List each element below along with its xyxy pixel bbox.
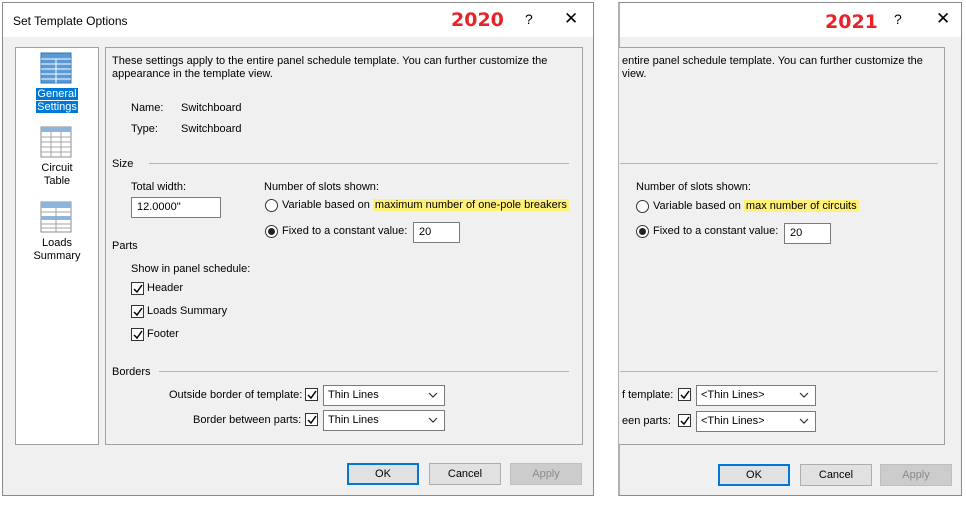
- dialog-title: Set Template Options: [13, 14, 128, 28]
- intro-text-line2-2021: view.: [622, 68, 647, 80]
- between-parts-select[interactable]: Thin Lines: [323, 410, 445, 431]
- version-label: 2020: [451, 9, 504, 31]
- sidebar-label-settings: Settings: [36, 101, 78, 113]
- sidebar-label-circuit: Circuit: [41, 162, 73, 174]
- fixed-value-input[interactable]: 20: [413, 222, 460, 243]
- variable-highlight: maximum number of one-pole breakers: [372, 199, 569, 211]
- between-parts-label: Border between parts:: [193, 414, 302, 426]
- slots-label: Number of slots shown:: [264, 181, 379, 193]
- fixed-value-input-2021[interactable]: 20: [784, 223, 831, 244]
- fixed-radio-2021[interactable]: [636, 225, 649, 238]
- sidebar-item-loads-summary[interactable]: Loads Summary: [16, 201, 98, 263]
- outside-border-select[interactable]: Thin Lines: [323, 385, 445, 406]
- borders-group-header: Borders: [112, 366, 151, 378]
- parts-group-header: Parts: [112, 240, 138, 252]
- chevron-down-icon: [428, 392, 438, 398]
- header-checkbox-label: Header: [147, 282, 184, 294]
- intro-text-line1-2021: entire panel schedule template. You can …: [622, 55, 923, 67]
- sidebar: General Settings Circuit Table Loads Sum…: [15, 47, 99, 445]
- sidebar-label-general: General: [36, 88, 78, 100]
- name-value: Switchboard: [181, 102, 242, 114]
- variable-option-label-2021: Variable based on max number of circuits: [653, 200, 859, 212]
- outside-border-label: Outside border of template:: [169, 389, 303, 401]
- total-width-label: Total width:: [131, 181, 187, 193]
- cancel-button[interactable]: Cancel: [429, 463, 501, 485]
- ok-button-2021[interactable]: OK: [718, 464, 790, 486]
- ok-button[interactable]: OK: [347, 463, 419, 485]
- chevron-down-icon: [799, 392, 809, 398]
- dialog-2020: Set Template Options 2020 ? ✕ General Se…: [2, 2, 594, 496]
- fixed-option-label-2021: Fixed to a constant value:: [653, 225, 779, 237]
- size-divider: [149, 163, 569, 164]
- between-parts-checkbox[interactable]: [305, 413, 318, 426]
- version-label-2021: 2021: [825, 11, 878, 33]
- intro-text-line2: appearance in the template view.: [112, 68, 273, 80]
- variable-prefix: Variable based on: [282, 199, 373, 211]
- close-button[interactable]: ✕: [564, 9, 578, 29]
- sidebar-item-circuit-table[interactable]: Circuit Table: [16, 126, 98, 188]
- footer-checkbox-label: Footer: [147, 328, 179, 340]
- circuit-table-icon: [40, 126, 72, 158]
- help-button[interactable]: ?: [525, 11, 533, 27]
- variable-option-label: Variable based on maximum number of one-…: [282, 199, 569, 211]
- chevron-down-icon: [799, 418, 809, 424]
- sidebar-label-loads: Loads: [42, 237, 72, 249]
- outside-border-value-2021: <Thin Lines>: [701, 389, 765, 401]
- cancel-button-2021[interactable]: Cancel: [800, 464, 872, 486]
- total-width-input[interactable]: 12.0000": [131, 197, 221, 218]
- type-value: Switchboard: [181, 123, 242, 135]
- name-label: Name:: [131, 102, 164, 114]
- close-button-2021[interactable]: ✕: [936, 9, 950, 29]
- between-parts-value: Thin Lines: [328, 414, 379, 426]
- variable-radio-2021[interactable]: [636, 200, 649, 213]
- outside-border-label-2021: f template:: [622, 389, 674, 401]
- size-divider-2021: [620, 163, 938, 164]
- slots-label-2021: Number of slots shown:: [636, 181, 751, 193]
- variable-radio[interactable]: [265, 199, 278, 212]
- size-group-header: Size: [112, 158, 134, 170]
- outside-border-value: Thin Lines: [328, 389, 379, 401]
- sidebar-item-general-settings[interactable]: General Settings: [16, 52, 98, 116]
- show-in-schedule-label: Show in panel schedule:: [131, 263, 251, 275]
- borders-divider: [159, 371, 569, 372]
- loads-summary-checkbox-label: Loads Summary: [147, 305, 228, 317]
- title-bar: Set Template Options 2020 ? ✕: [3, 3, 593, 37]
- loads-summary-checkbox[interactable]: [131, 305, 144, 318]
- sidebar-label-table: Table: [43, 175, 71, 187]
- between-parts-label-2021: een parts:: [622, 415, 671, 427]
- apply-button: Apply: [510, 463, 582, 485]
- fixed-radio[interactable]: [265, 225, 278, 238]
- loads-summary-icon: [40, 201, 72, 233]
- fixed-option-label: Fixed to a constant value:: [282, 225, 408, 237]
- borders-divider-2021: [620, 371, 938, 372]
- outside-border-checkbox[interactable]: [305, 388, 318, 401]
- sidebar-label-summary: Summary: [33, 250, 81, 262]
- outside-border-checkbox-2021[interactable]: [678, 388, 691, 401]
- help-button-2021[interactable]: ?: [894, 11, 902, 27]
- type-label: Type:: [131, 123, 158, 135]
- apply-button-2021: Apply: [880, 464, 952, 486]
- footer-checkbox[interactable]: [131, 328, 144, 341]
- between-parts-checkbox-2021[interactable]: [678, 414, 691, 427]
- intro-text-line1: These settings apply to the entire panel…: [112, 55, 548, 67]
- between-parts-select-2021[interactable]: <Thin Lines>: [696, 411, 816, 432]
- header-checkbox[interactable]: [131, 282, 144, 295]
- general-settings-icon: [40, 52, 72, 84]
- dialog-2021: 2021 ? ✕ entire panel schedule template.…: [618, 2, 962, 496]
- outside-border-select-2021[interactable]: <Thin Lines>: [696, 385, 816, 406]
- between-parts-value-2021: <Thin Lines>: [701, 415, 765, 427]
- variable-prefix-2021: Variable based on: [653, 200, 744, 212]
- title-bar-2021: 2021 ? ✕: [620, 3, 961, 37]
- chevron-down-icon: [428, 417, 438, 423]
- variable-highlight-2021: max number of circuits: [743, 200, 859, 212]
